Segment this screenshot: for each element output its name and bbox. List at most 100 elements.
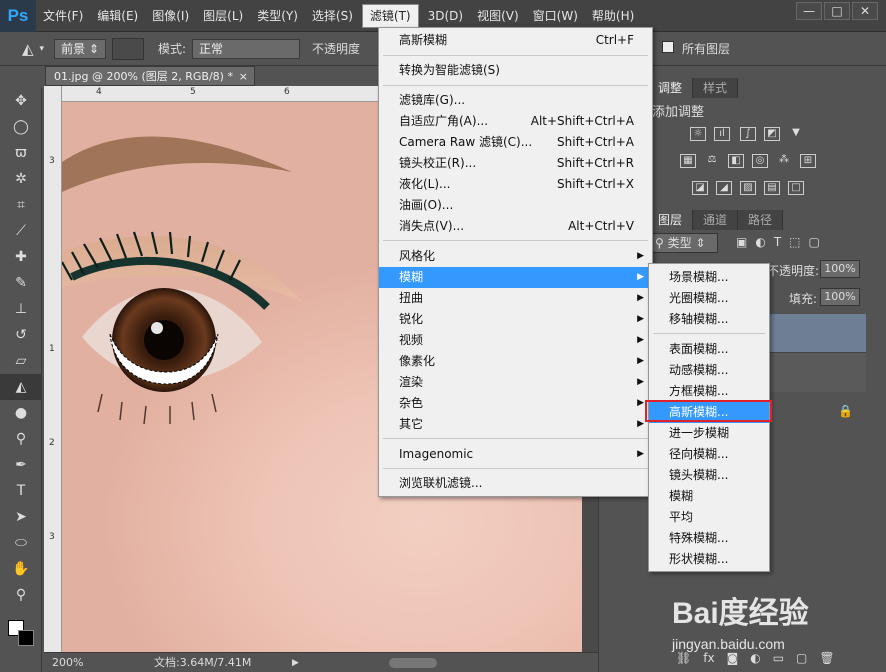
fill-source-select[interactable]: 前景 ⇕ [54,38,106,59]
menu-image[interactable]: 图像(I) [145,0,196,32]
paint-bucket-tool-icon[interactable]: ◭ [0,374,42,400]
menu-item-last-filter[interactable]: 高斯模糊 Ctrl+F [379,30,652,51]
status-arrow-icon[interactable]: ▶ [292,653,299,672]
menu-item-other[interactable]: 其它 ▶ [379,414,652,435]
menu-item-pixelate[interactable]: 像素化 ▶ [379,351,652,372]
submenu-item-box-blur[interactable]: 方框模糊... [649,381,769,402]
zoom-level[interactable]: 200% [52,653,83,672]
chevron-down-icon[interactable]: ▾ [40,44,45,54]
menu-item-blur[interactable]: 模糊 ▶ [379,267,652,288]
type-filter-icon[interactable]: T [774,235,781,249]
tab-adjustments[interactable]: 调整 [648,78,694,98]
horizontal-scroll-thumb[interactable] [389,658,437,668]
maximize-button[interactable]: □ [824,2,850,20]
pen-tool-icon[interactable]: ✒ [0,452,42,478]
dodge-tool-icon[interactable]: ⚲ [0,426,42,452]
submenu-item-blur[interactable]: 模糊 [649,486,769,507]
menu-item-camera-raw[interactable]: Camera Raw 滤镜(C)... Shift+Ctrl+A [379,132,652,153]
smart-filter-icon[interactable]: ▢ [809,235,820,249]
move-tool-icon[interactable]: ✥ [0,88,42,114]
menu-item-vanishing-point[interactable]: 消失点(V)... Alt+Ctrl+V [379,216,652,237]
brush-tool-icon[interactable]: ✎ [0,270,42,296]
submenu-item-blur-more[interactable]: 进一步模糊 [649,423,769,444]
minimize-button[interactable]: — [796,2,822,20]
exposure-icon[interactable]: ◩ [764,127,780,141]
tab-channels[interactable]: 通道 [693,210,739,230]
threshold-icon[interactable]: ▨ [740,181,756,195]
background-color-swatch[interactable] [18,630,34,646]
menu-item-imagenomic[interactable]: Imagenomic ▶ [379,444,652,465]
layer-kind-filter[interactable]: ⚲ 类型 ⇕ [650,233,718,253]
bw-icon[interactable]: ◧ [728,154,744,168]
submenu-item-surface-blur[interactable]: 表面模糊... [649,339,769,360]
menu-item-noise[interactable]: 杂色 ▶ [379,393,652,414]
invert-icon[interactable]: ◪ [692,181,708,195]
menu-item-browse-online[interactable]: 浏览联机滤镜... [379,473,652,494]
photo-filter-icon[interactable]: ◎ [752,154,768,168]
type-tool-icon[interactable]: T [0,478,42,504]
zoom-tool-icon[interactable]: ⚲ [0,582,42,608]
gradient-map-icon[interactable]: ▤ [764,181,780,195]
balance-icon[interactable]: ⚖ [704,154,720,168]
channel-mixer-icon[interactable]: ⁂ [776,154,792,168]
submenu-item-field-blur[interactable]: 场景模糊... [649,267,769,288]
menu-item-filter-gallery[interactable]: 滤镜库(G)... [379,90,652,111]
tab-layers[interactable]: 图层 [648,210,694,230]
group-icon[interactable]: ▭ [773,651,784,665]
menu-item-smart-filter[interactable]: 转换为智能滤镜(S) [379,60,652,81]
levels-icon[interactable]: ıl [714,127,730,141]
tab-paths[interactable]: 路径 [738,210,784,230]
menu-type[interactable]: 类型(Y) [250,0,305,32]
vibrance-icon[interactable]: ▼ [788,127,804,141]
menu-file[interactable]: 文件(F) [36,0,90,32]
hand-tool-icon[interactable]: ✋ [0,556,42,582]
adjustment-layer-icon[interactable]: ◐ [750,651,760,665]
shape-tool-icon[interactable]: ⬭ [0,530,42,556]
lookup-icon[interactable]: ⊞ [800,154,816,168]
stamp-tool-icon[interactable]: ⊥ [0,296,42,322]
layer-fill-field[interactable]: 100% [820,288,860,306]
menu-select[interactable]: 选择(S) [305,0,360,32]
mode-select[interactable]: 正常 [192,38,301,59]
adjustment-filter-icon[interactable]: ◐ [755,235,765,249]
submenu-item-smart-blur[interactable]: 特殊模糊... [649,528,769,549]
submenu-item-iris-blur[interactable]: 光圈模糊... [649,288,769,309]
image-filter-icon[interactable]: ▣ [736,235,747,249]
mask-icon[interactable]: ◙ [727,651,739,665]
all-layers-checkbox[interactable] [662,41,674,53]
submenu-item-motion-blur[interactable]: 动感模糊... [649,360,769,381]
trash-icon[interactable]: 🗑 [819,651,834,665]
submenu-item-radial-blur[interactable]: 径向模糊... [649,444,769,465]
menu-item-oil-paint[interactable]: 油画(O)... [379,195,652,216]
selective-color-icon[interactable]: □ [788,181,804,195]
menu-filter[interactable]: 滤镜(T) [361,3,419,28]
eraser-tool-icon[interactable]: ▱ [0,348,42,374]
brightness-icon[interactable]: ☼ [690,127,706,141]
submenu-item-lens-blur[interactable]: 镜头模糊... [649,465,769,486]
menu-item-stylize[interactable]: 风格化 ▶ [379,246,652,267]
shape-filter-icon[interactable]: ⬚ [789,235,800,249]
fx-icon[interactable]: fx [703,651,714,665]
menu-item-adaptive-wide[interactable]: 自适应广角(A)... Alt+Shift+Ctrl+A [379,111,652,132]
layer-opacity-field[interactable]: 100% [820,260,860,278]
new-layer-icon[interactable]: ▢ [796,651,807,665]
pattern-swatch[interactable] [111,37,144,60]
paint-bucket-icon[interactable]: ◭ [22,40,34,58]
lasso-tool-icon[interactable]: ϖ [0,140,42,166]
menu-item-sharpen[interactable]: 锐化 ▶ [379,309,652,330]
menu-layer[interactable]: 图层(L) [196,0,250,32]
menu-item-distort[interactable]: 扭曲 ▶ [379,288,652,309]
close-button[interactable]: ✕ [852,2,878,20]
submenu-item-tilt-shift[interactable]: 移轴模糊... [649,309,769,330]
tab-styles[interactable]: 样式 [693,78,739,98]
posterize-icon[interactable]: ◢ [716,181,732,195]
link-icon[interactable]: ⛓ [676,651,691,665]
healing-brush-icon[interactable]: ✚ [0,244,42,270]
document-tab[interactable]: 01.jpg @ 200% (图层 2, RGB/8) * × [45,66,255,86]
menu-edit[interactable]: 编辑(E) [90,0,145,32]
history-brush-icon[interactable]: ↺ [0,322,42,348]
submenu-item-average[interactable]: 平均 [649,507,769,528]
submenu-item-shape-blur[interactable]: 形状模糊... [649,549,769,570]
curves-icon[interactable]: ∫ [740,127,756,141]
path-select-icon[interactable]: ➤ [0,504,42,530]
